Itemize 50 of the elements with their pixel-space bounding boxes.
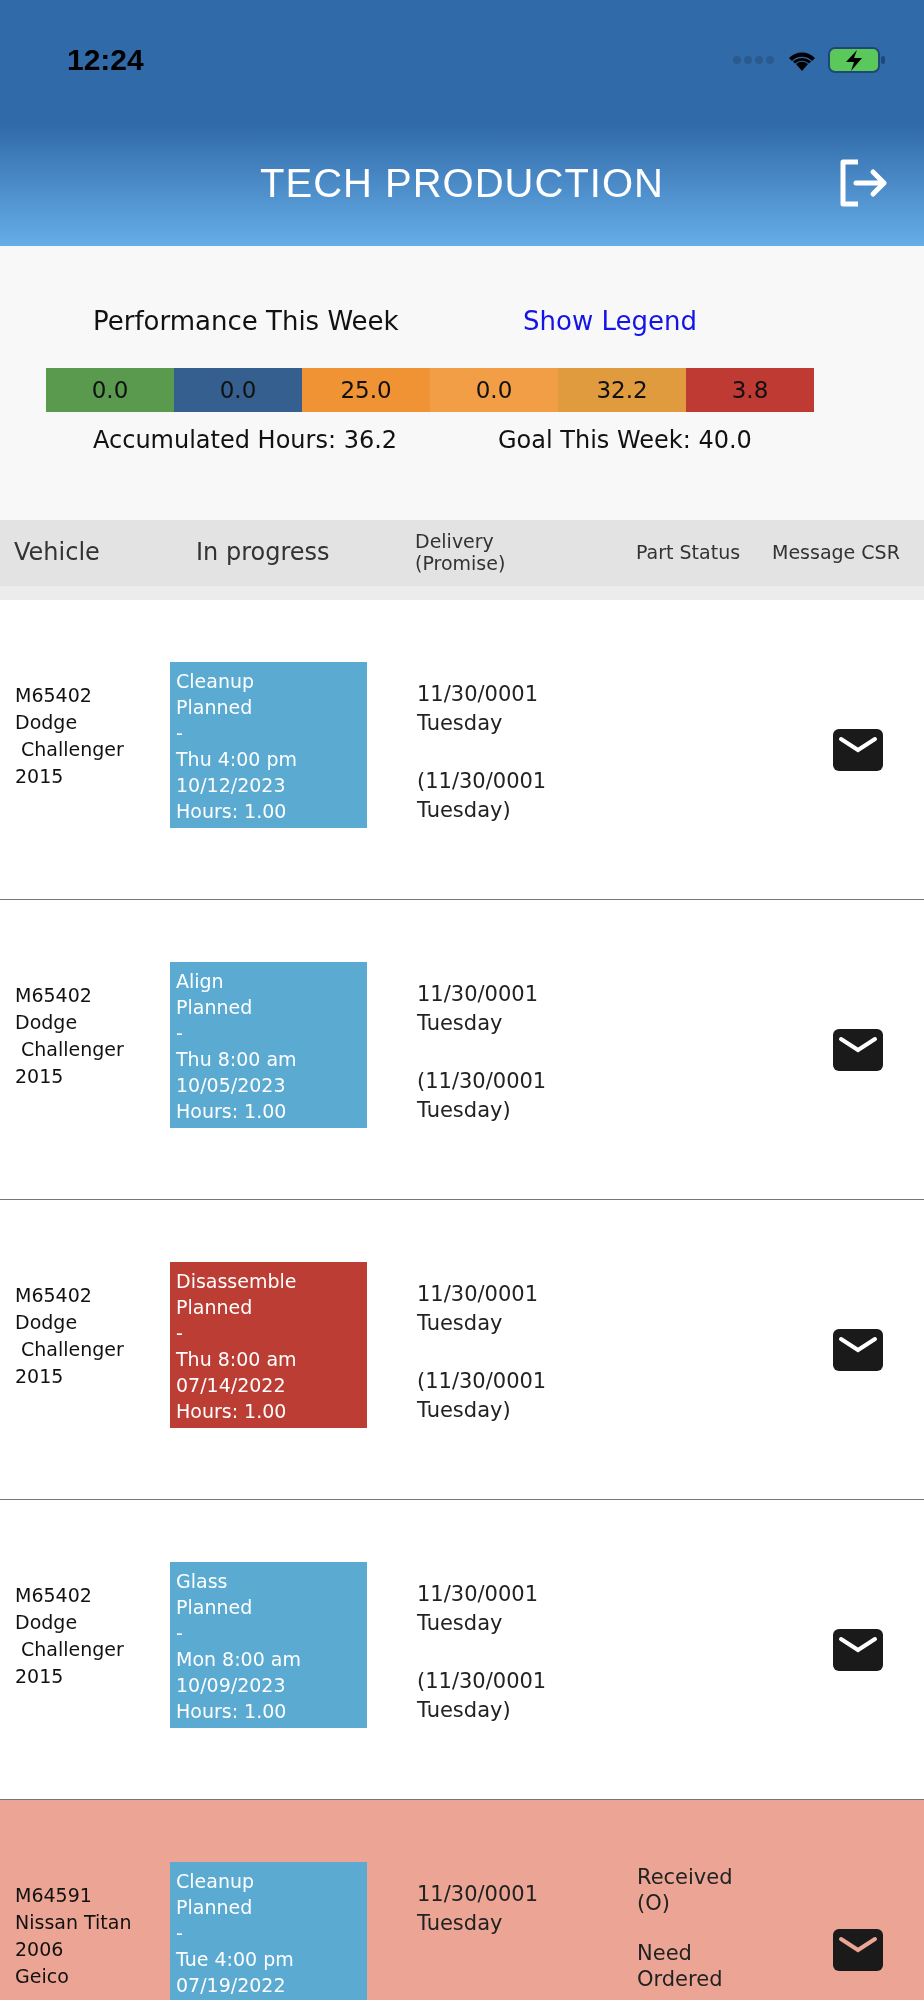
- mail-icon: [833, 729, 883, 771]
- promise-date: (11/30/0001 Tuesday): [417, 1668, 548, 1724]
- status-time: 12:24: [67, 43, 144, 77]
- delivery-date: 11/30/0001 Tuesday: [417, 1881, 540, 1937]
- weekly-goal: Goal This Week: 40.0: [498, 426, 752, 454]
- task-card: Cleanup Planned - Thu 4:00 pm 10/12/2023 Hours: 1.00: [170, 662, 367, 828]
- message-button[interactable]: [833, 1929, 883, 1971]
- column-header: Vehicle: [13, 539, 101, 567]
- delivery-date: 11/30/0001 Tuesday: [417, 1281, 540, 1337]
- accumulated-hours: Accumulated Hours: 36.2: [93, 426, 399, 454]
- message-button[interactable]: [833, 729, 883, 771]
- delivery-date: 11/30/0001 Tuesday: [417, 1581, 540, 1637]
- column-header: Part Status: [635, 542, 742, 564]
- vehicle-text: M65402 Dodge Challenger 2015: [15, 1283, 125, 1389]
- vehicle-text: M65402 Dodge Challenger 2015: [15, 983, 125, 1089]
- part-status: Need Ordered: [637, 1940, 724, 1992]
- signal-icon: [732, 55, 776, 65]
- task-card: Disassemble Planned - Thu 8:00 am 07/14/2022 Hours: 1.00: [170, 1262, 367, 1428]
- show-legend-link[interactable]: Show Legend: [523, 306, 697, 336]
- column-header: In progress: [195, 539, 331, 567]
- mail-icon: [833, 1929, 883, 1971]
- delivery-date: 11/30/0001 Tuesday: [417, 981, 540, 1037]
- task-card: Glass Planned - Mon 8:00 am 10/09/2023 Hours: 1.00: [170, 1562, 367, 1728]
- message-button[interactable]: [833, 1629, 883, 1671]
- mail-icon: [833, 1029, 883, 1071]
- task-card: Align Planned - Thu 8:00 am 10/05/2023 Hours: 1.00: [170, 962, 367, 1128]
- performance-title: Performance This Week: [93, 306, 400, 336]
- promise-date: (11/30/0001 Tuesday): [417, 1068, 548, 1124]
- page-title: TECH PRODUCTION: [260, 160, 664, 206]
- part-status: Received (O): [637, 1864, 734, 1916]
- column-header: Delivery (Promise): [414, 531, 507, 575]
- vehicle-text: M64591 Nissan Titan 2006 Geico: [15, 1883, 133, 1989]
- mail-icon: [833, 1629, 883, 1671]
- promise-date: (11/30/0001 Tuesday): [417, 768, 548, 824]
- vehicle-text: M65402 Dodge Challenger 2015: [15, 683, 125, 789]
- battery-icon: [828, 46, 886, 74]
- performance-segment: 25.0: [302, 368, 430, 412]
- task-card: Cleanup Planned - Tue 4:00 pm 07/19/2022: [170, 1862, 367, 2000]
- performance-segment: 3.8: [686, 368, 814, 412]
- performance-segment: 0.0: [430, 368, 558, 412]
- vehicle-text: M65402 Dodge Challenger 2015: [15, 1583, 125, 1689]
- performance-segment: 0.0: [46, 368, 174, 412]
- performance-segment: 32.2: [558, 368, 686, 412]
- mail-icon: [833, 1329, 883, 1371]
- performance-segment: 0.0: [174, 368, 302, 412]
- message-button[interactable]: [833, 1329, 883, 1371]
- message-button[interactable]: [833, 1029, 883, 1071]
- delivery-date: 11/30/0001 Tuesday: [417, 681, 540, 737]
- promise-date: (11/30/0001 Tuesday): [417, 1368, 548, 1424]
- column-header: Message CSR: [771, 542, 901, 564]
